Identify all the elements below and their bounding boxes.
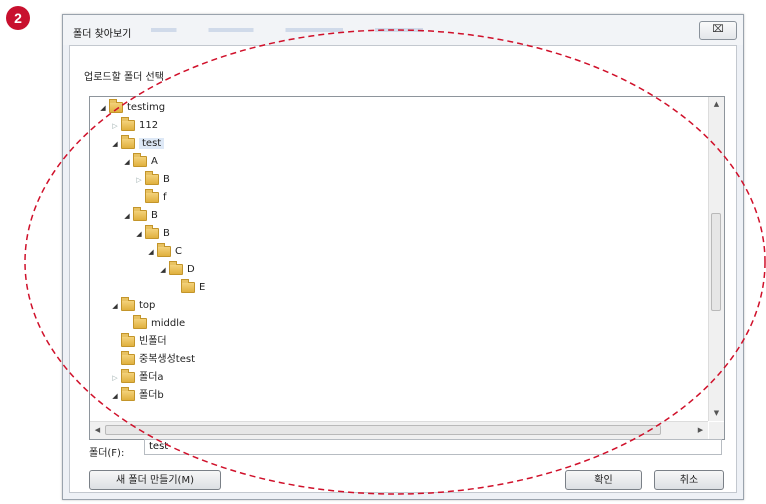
- annotation-overlay: [24, 29, 766, 495]
- dashed-highlight-ellipse: [24, 29, 766, 495]
